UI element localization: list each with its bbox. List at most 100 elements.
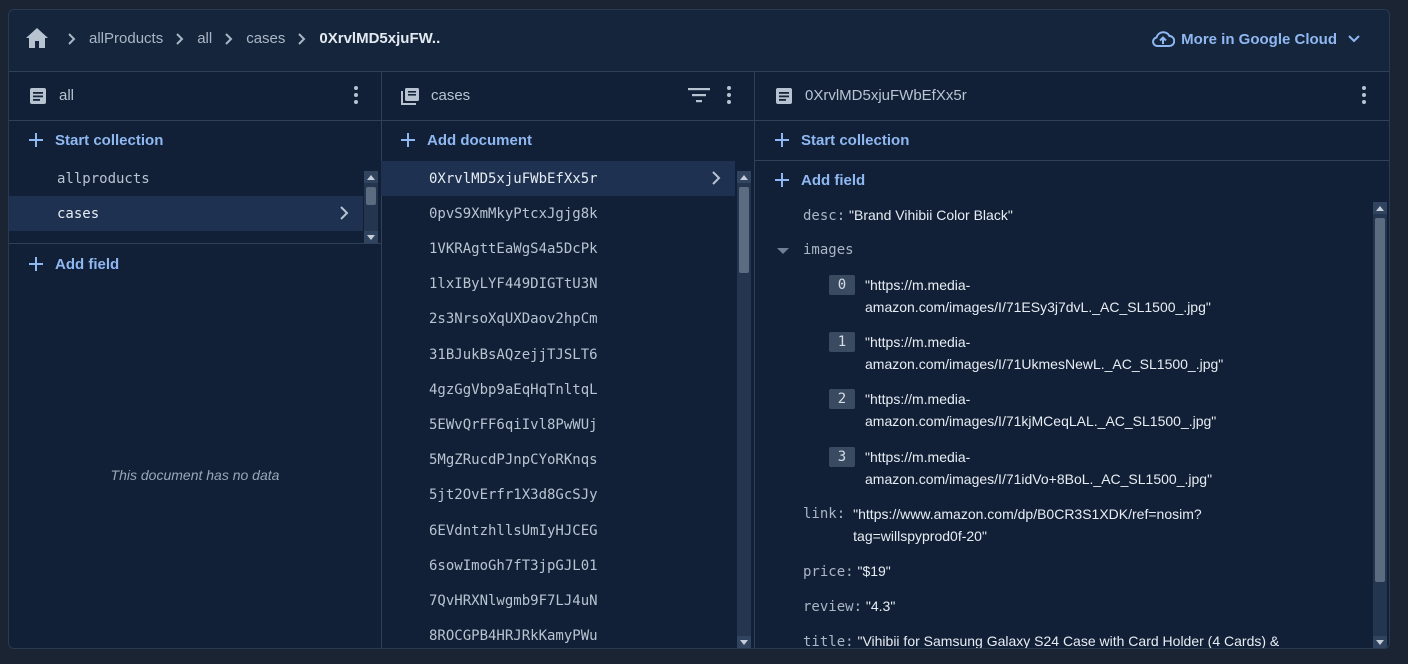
field-title[interactable]: title: "Vihibii for Samsung Galaxy S24 C… [803, 630, 1279, 649]
add-document-label: Add document [427, 131, 532, 149]
scrollbar-thumb[interactable] [366, 187, 376, 205]
field-link[interactable]: link: "https://www.amazon.com/dp/B0CR3S1… [803, 503, 1202, 547]
document-item-label: 1VKRAgttEaWgS4a5DcPk [429, 240, 598, 257]
document-icon [773, 85, 795, 107]
collection-item-label: cases [57, 205, 100, 222]
array-item[interactable]: 3 "https://m.media-amazon.com/images/I/7… [829, 446, 1212, 490]
document-scrollbar[interactable] [1373, 202, 1387, 648]
top-bar: allProducts all cases 0XrvlMD5xjuFW.. Mo… [9, 10, 1389, 72]
field-value-line1: "https://www.amazon.com/dp/B0CR3S1XDK/re… [853, 506, 1202, 522]
document-item-label: 7QvHRXNlwgmb9F7LJ4uN [429, 592, 598, 609]
add-field-button[interactable]: Add field [755, 161, 1389, 199]
field-desc[interactable]: desc: "Brand Vihibii Color Black" [803, 204, 1013, 227]
start-collection-button[interactable]: Start collection [755, 121, 1389, 159]
document-icon [27, 85, 49, 107]
array-item[interactable]: 0 "https://m.media-amazon.com/images/I/7… [829, 274, 1211, 318]
breadcrumb-item[interactable]: cases [240, 30, 291, 47]
breadcrumb-item[interactable]: all [191, 30, 218, 47]
array-value-line2: amazon.com/images/I/71kjMCeqLAL._AC_SL15… [865, 413, 1217, 429]
cloud-upload-icon [1152, 31, 1176, 47]
document-item-selected[interactable]: 0XrvlMD5xjuFWbEfXx5r [381, 161, 735, 196]
array-index: 2 [829, 389, 855, 409]
document-item[interactable]: 5jt2OvErfr1X3d8GcSJy [381, 478, 735, 513]
array-value-line1: "https://m.media- [865, 334, 971, 350]
more-vert-icon[interactable] [1361, 85, 1367, 105]
document-item[interactable]: 1lxIByLYF449DIGTtU3N [381, 267, 735, 302]
empty-document-message: This document has no data [110, 467, 280, 483]
array-value-line1: "https://m.media- [865, 277, 971, 293]
documents-scrollbar[interactable] [737, 171, 751, 648]
field-price[interactable]: price: "$19" [803, 560, 891, 583]
breadcrumb: allProducts all cases 0XrvlMD5xjuFW.. [61, 30, 446, 47]
field-value: "Brand Vihibii Color Black" [849, 207, 1013, 223]
document-item[interactable]: 4gzGgVbp9aEqHqTnltqL [381, 372, 735, 407]
array-value-line1: "https://m.media- [865, 449, 971, 465]
document-item-label: 5jt2OvErfr1X3d8GcSJy [429, 487, 598, 504]
plus-icon [29, 133, 43, 147]
collection-icon [399, 85, 421, 107]
document-item[interactable]: 31BJukBsAQzejjTJSLT6 [381, 337, 735, 372]
array-value-line1: "https://m.media- [865, 391, 971, 407]
document-item[interactable]: 2s3NrsoXqUXDaov2hpCm [381, 302, 735, 337]
document-item-label: 8ROCGPB4HRJRkKamyPWu [429, 628, 598, 645]
plus-icon [29, 257, 43, 271]
field-key: price: [803, 564, 854, 580]
scroll-up-icon[interactable] [1373, 202, 1387, 214]
column-header: 0XrvlMD5xjuFWbEfXx5r [755, 71, 1389, 121]
root-document-column: all Start collection allproducts cases A… [9, 71, 382, 648]
document-item-label: 31BJukBsAQzejjTJSLT6 [429, 346, 598, 363]
filter-icon[interactable] [688, 86, 710, 104]
more-in-google-cloud-button[interactable]: More in Google Cloud [1151, 30, 1361, 48]
array-item[interactable]: 2 "https://m.media-amazon.com/images/I/7… [829, 388, 1216, 432]
add-document-button[interactable]: Add document [381, 121, 754, 159]
field-key: title: [803, 634, 854, 649]
scroll-up-icon[interactable] [737, 171, 751, 183]
chevron-right-icon [61, 32, 83, 45]
scroll-down-icon[interactable] [737, 636, 751, 648]
column-title: cases [431, 87, 471, 104]
column-title: all [59, 87, 75, 104]
collections-scrollbar[interactable] [364, 171, 378, 243]
array-item[interactable]: 1 "https://m.media-amazon.com/images/I/7… [829, 331, 1223, 375]
document-item[interactable]: 8ROCGPB4HRJRkKamyPWu [381, 619, 735, 648]
scroll-down-icon[interactable] [364, 231, 378, 243]
document-item[interactable]: 1VKRAgttEaWgS4a5DcPk [381, 231, 735, 266]
array-value-line2: amazon.com/images/I/71idVo+8BoL._AC_SL15… [865, 471, 1213, 487]
chevron-right-icon [712, 171, 721, 185]
field-review[interactable]: review: "4.3" [803, 595, 895, 618]
plus-icon [401, 133, 415, 147]
document-item[interactable]: 7QvHRXNlwgmb9F7LJ4uN [381, 583, 735, 618]
plus-icon [775, 133, 789, 147]
chevron-right-icon [218, 32, 240, 45]
breadcrumb-item-current[interactable]: 0XrvlMD5xjuFW.. [313, 30, 446, 47]
more-in-google-cloud-label: More in Google Cloud [1181, 30, 1337, 48]
start-collection-label: Start collection [801, 131, 910, 149]
document-item-label: 5EWvQrFF6qiIvl8PwWUj [429, 416, 598, 433]
document-item-label: 5MgZRucdPJnpCYoRKnqs [429, 452, 598, 469]
more-vert-icon[interactable] [726, 85, 732, 105]
collection-item-selected[interactable]: cases [9, 196, 363, 231]
document-item-label: 2s3NrsoXqUXDaov2hpCm [429, 311, 598, 328]
document-item[interactable]: 0pvS9XmMkyPtcxJgjg8k [381, 196, 735, 231]
document-item-label: 6sowImoGh7fT3jpGJL01 [429, 557, 598, 574]
scroll-up-icon[interactable] [364, 171, 378, 183]
chevron-right-icon [340, 206, 349, 220]
collection-item[interactable]: allproducts [9, 161, 363, 196]
caret-down-icon[interactable] [777, 248, 789, 254]
document-item[interactable]: 5EWvQrFF6qiIvl8PwWUj [381, 407, 735, 442]
scrollbar-thumb[interactable] [739, 187, 749, 273]
scrollbar-thumb[interactable] [1375, 218, 1385, 582]
document-item[interactable]: 6EVdntzhllsUmIyHJCEG [381, 513, 735, 548]
field-images[interactable]: images [803, 238, 854, 261]
collection-item-label: allproducts [57, 170, 150, 187]
document-item[interactable]: 6sowImoGh7fT3jpGJL01 [381, 548, 735, 583]
document-item[interactable]: 5MgZRucdPJnpCYoRKnqs [381, 443, 735, 478]
add-field-label: Add field [55, 255, 120, 273]
breadcrumb-item[interactable]: allProducts [83, 30, 169, 47]
scroll-down-icon[interactable] [1373, 636, 1387, 648]
home-icon[interactable] [25, 27, 49, 49]
add-field-button[interactable]: Add field [9, 245, 381, 283]
more-vert-icon[interactable] [353, 85, 359, 105]
divider [9, 243, 381, 244]
start-collection-button[interactable]: Start collection [9, 121, 381, 159]
